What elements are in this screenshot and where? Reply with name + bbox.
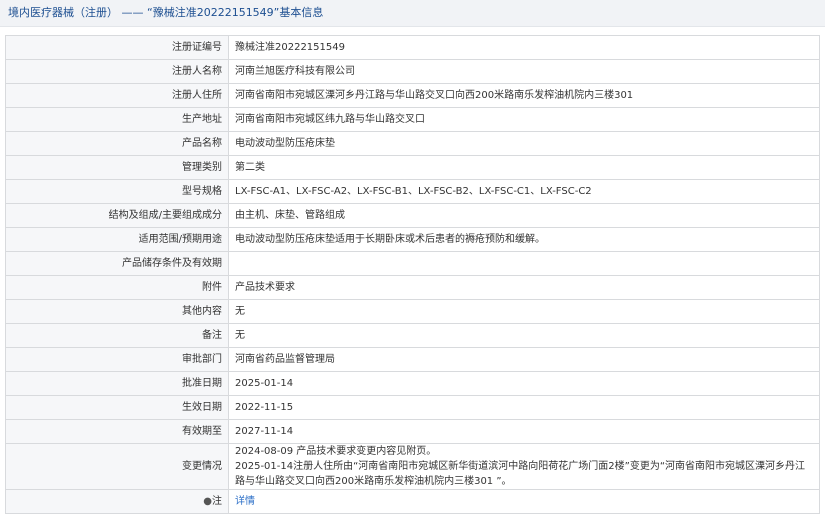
row-value-other: 无 xyxy=(228,299,820,324)
table-row: 其他内容 无 xyxy=(5,299,820,324)
row-label-remarks: 备注 xyxy=(5,323,229,348)
table-row: 管理类别 第二类 xyxy=(5,155,820,180)
table-row: 产品名称 电动波动型防压疮床垫 xyxy=(5,131,820,156)
row-label-effective-date: 生效日期 xyxy=(5,395,229,420)
row-label-registrant-address: 注册人住所 xyxy=(5,83,229,108)
row-label-category: 管理类别 xyxy=(5,155,229,180)
row-value-expiry-date: 2027-11-14 xyxy=(228,419,820,444)
table-row: 注册证编号 豫械注准20222151549 xyxy=(5,35,820,60)
row-label-registrant: 注册人名称 xyxy=(5,59,229,84)
table-row: 注册人住所 河南省南阳市宛城区溧河乡丹江路与华山路交叉口向西200米路南乐发榨油… xyxy=(5,83,820,108)
bullet-icon: ● xyxy=(203,495,212,507)
row-label-approval-dept: 审批部门 xyxy=(5,347,229,372)
details-link[interactable]: 详情 xyxy=(235,496,255,507)
row-label-scope: 适用范围/预期用途 xyxy=(5,227,229,252)
row-value-approval-date: 2025-01-14 xyxy=(228,371,820,396)
table-row: 附件 产品技术要求 xyxy=(5,275,820,300)
change-line: 2024-08-09 产品技术要求变更内容见附页。 xyxy=(235,446,437,457)
page-header: 境内医疗器械（注册） —— “豫械注准20222151549”基本信息 xyxy=(0,0,825,27)
table-row-note: ●注 详情 xyxy=(5,489,820,514)
row-label-product-name: 产品名称 xyxy=(5,131,229,156)
row-value-production-address: 河南省南阳市宛城区纬九路与华山路交叉口 xyxy=(228,107,820,132)
table-row: 批准日期 2025-01-14 xyxy=(5,371,820,396)
table-row: 审批部门 河南省药品监督管理局 xyxy=(5,347,820,372)
row-label-composition: 结构及组成/主要组成成分 xyxy=(5,203,229,228)
row-value-scope: 电动波动型防压疮床垫适用于长期卧床或术后患者的褥疮预防和缓解。 xyxy=(228,227,820,252)
row-value-effective-date: 2022-11-15 xyxy=(228,395,820,420)
table-row: 生产地址 河南省南阳市宛城区纬九路与华山路交叉口 xyxy=(5,107,820,132)
table-row: 结构及组成/主要组成成分 由主机、床垫、管路组成 xyxy=(5,203,820,228)
info-table: 注册证编号 豫械注准20222151549 注册人名称 河南兰旭医疗科技有限公司… xyxy=(5,35,820,514)
row-label-other: 其他内容 xyxy=(5,299,229,324)
table-row: 生效日期 2022-11-15 xyxy=(5,395,820,420)
row-value-remarks: 无 xyxy=(228,323,820,348)
header-separator: —— xyxy=(121,6,144,19)
row-value-category: 第二类 xyxy=(228,155,820,180)
row-value-approval-dept: 河南省药品监督管理局 xyxy=(228,347,820,372)
row-label-expiry-date: 有效期至 xyxy=(5,419,229,444)
row-value-product-name: 电动波动型防压疮床垫 xyxy=(228,131,820,156)
row-label-storage: 产品储存条件及有效期 xyxy=(5,251,229,276)
row-value-composition: 由主机、床垫、管路组成 xyxy=(228,203,820,228)
table-row: 备注 无 xyxy=(5,323,820,348)
change-line: 路与华山路交叉口向西200米路南乐发榨油机院内三楼301 ”。 xyxy=(235,476,512,487)
row-label-attachments: 附件 xyxy=(5,275,229,300)
change-line: 2025-01-14注册人住所由“河南省南阳市宛城区新华街道滨河中路向阳荷花广场… xyxy=(235,461,806,472)
row-label-note: ●注 xyxy=(5,489,229,514)
table-row: 产品储存条件及有效期 xyxy=(5,251,820,276)
table-row: 注册人名称 河南兰旭医疗科技有限公司 xyxy=(5,59,820,84)
header-title: 境内医疗器械（注册） xyxy=(8,6,118,19)
row-value-note: 详情 xyxy=(228,489,820,514)
table-row: 型号规格 LX-FSC-A1、LX-FSC-A2、LX-FSC-B1、LX-FS… xyxy=(5,179,820,204)
row-label-reg-no: 注册证编号 xyxy=(5,35,229,60)
row-label-approval-date: 批准日期 xyxy=(5,371,229,396)
row-value-models: LX-FSC-A1、LX-FSC-A2、LX-FSC-B1、LX-FSC-B2、… xyxy=(228,179,820,204)
row-value-changes: 2024-08-09 产品技术要求变更内容见附页。 2025-01-14注册人住… xyxy=(228,443,820,490)
row-label-changes: 变更情况 xyxy=(5,443,229,490)
row-value-registrant-address: 河南省南阳市宛城区溧河乡丹江路与华山路交叉口向西200米路南乐发榨油机院内三楼3… xyxy=(228,83,820,108)
row-label-models: 型号规格 xyxy=(5,179,229,204)
header-subtitle: “豫械注准20222151549”基本信息 xyxy=(147,6,324,19)
row-label-production-address: 生产地址 xyxy=(5,107,229,132)
row-value-storage xyxy=(228,251,820,276)
table-row: 适用范围/预期用途 电动波动型防压疮床垫适用于长期卧床或术后患者的褥疮预防和缓解… xyxy=(5,227,820,252)
row-value-reg-no: 豫械注准20222151549 xyxy=(228,35,820,60)
table-row: 有效期至 2027-11-14 xyxy=(5,419,820,444)
table-row-changes: 变更情况 2024-08-09 产品技术要求变更内容见附页。 2025-01-1… xyxy=(5,443,820,490)
row-value-registrant: 河南兰旭医疗科技有限公司 xyxy=(228,59,820,84)
row-value-attachments: 产品技术要求 xyxy=(228,275,820,300)
note-label: 注 xyxy=(212,495,222,507)
